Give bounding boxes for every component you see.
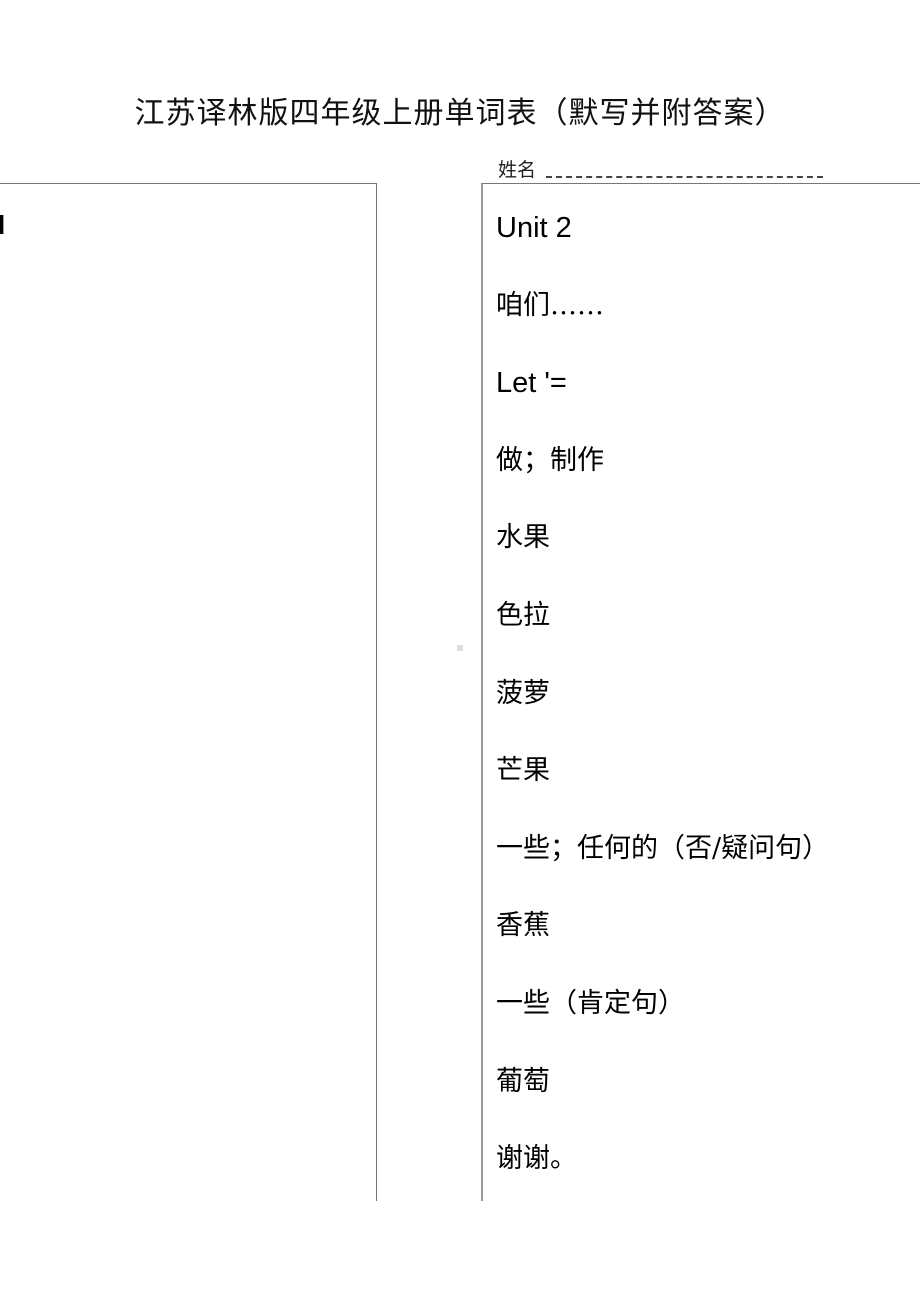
left-vocab-box bbox=[0, 183, 377, 1201]
unit-heading: Unit 2 bbox=[496, 212, 572, 244]
left-fragment-text: l bbox=[0, 210, 6, 240]
vocab-entry: 芒果 bbox=[496, 755, 550, 787]
name-label: 姓名 bbox=[498, 159, 537, 181]
vocab-entry: 一些（肯定句） bbox=[496, 987, 685, 1019]
vocab-entry: 谢谢。 bbox=[496, 1143, 577, 1175]
vocab-entry: 葡萄 bbox=[496, 1065, 550, 1097]
vocab-entry: 香蕉 bbox=[496, 910, 550, 942]
vocab-entry: 一些；任何的（否/疑问句） bbox=[496, 832, 830, 864]
name-blank-line[interactable] bbox=[546, 175, 824, 178]
document-title: 江苏译林版四年级上册单词表（默写并附答案） bbox=[134, 96, 786, 131]
vocab-entry: Let '= bbox=[496, 367, 567, 400]
page-marker bbox=[457, 645, 463, 651]
vocab-entry: 菠萝 bbox=[496, 677, 550, 709]
vocab-entry: 水果 bbox=[496, 522, 550, 554]
name-field[interactable]: 姓名 bbox=[498, 155, 824, 182]
unit2-vocab-list: Unit 2 咱们…… Let '= 做；制作 水果 色拉 菠萝 芒果 一些；任… bbox=[496, 208, 829, 1217]
vocab-entry: 咱们…… bbox=[496, 289, 604, 321]
vocab-entry: 做；制作 bbox=[496, 444, 604, 476]
vocab-entry: 色拉 bbox=[496, 599, 550, 631]
